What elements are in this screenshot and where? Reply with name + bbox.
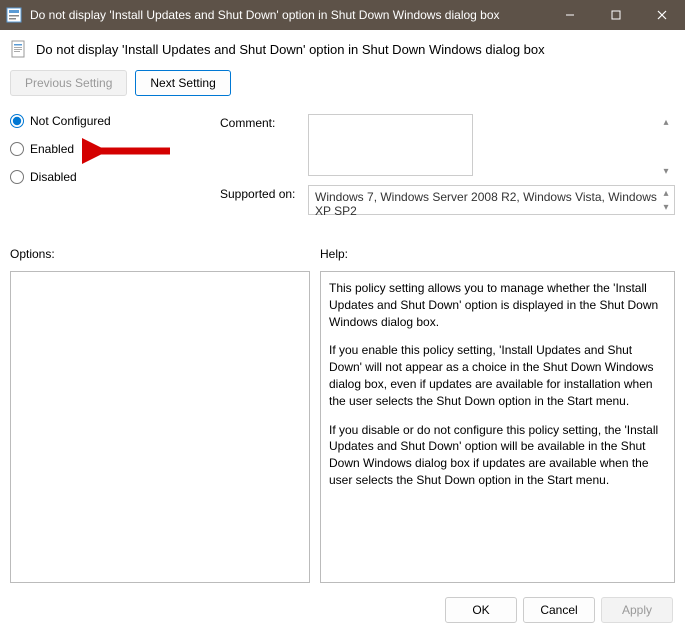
options-label: Options: (10, 247, 310, 261)
comment-input[interactable] (308, 114, 473, 176)
options-panel (10, 271, 310, 583)
dialog-footer: OK Cancel Apply (445, 597, 673, 623)
radio-not-configured-label: Not Configured (30, 114, 111, 128)
scroll-up-icon: ▴ (660, 116, 672, 128)
scroll-down-icon: ▾ (660, 165, 672, 177)
radio-enabled-label: Enabled (30, 142, 74, 156)
policy-icon (10, 40, 28, 58)
help-paragraph: This policy setting allows you to manage… (329, 280, 666, 330)
radio-enabled-input[interactable] (10, 142, 24, 156)
radio-disabled-input[interactable] (10, 170, 24, 184)
minimize-button[interactable] (547, 0, 593, 30)
scroll-down-icon: ▾ (660, 201, 672, 213)
comment-label: Comment: (220, 114, 308, 130)
apply-button: Apply (601, 597, 673, 623)
scroll-up-icon: ▴ (660, 187, 672, 199)
previous-setting-button: Previous Setting (10, 70, 127, 96)
radio-enabled[interactable]: Enabled (10, 142, 200, 156)
next-setting-button[interactable]: Next Setting (135, 70, 230, 96)
radio-disabled-label: Disabled (30, 170, 77, 184)
supported-on-label: Supported on: (220, 185, 308, 201)
maximize-button[interactable] (593, 0, 639, 30)
radio-not-configured-input[interactable] (10, 114, 24, 128)
ok-button[interactable]: OK (445, 597, 517, 623)
help-panel[interactable]: This policy setting allows you to manage… (320, 271, 675, 583)
annotation-arrow-icon (82, 138, 172, 164)
supported-on-value: Windows 7, Windows Server 2008 R2, Windo… (308, 185, 675, 215)
help-paragraph: If you enable this policy setting, 'Inst… (329, 342, 666, 409)
window-title: Do not display 'Install Updates and Shut… (30, 8, 547, 22)
titlebar[interactable]: Do not display 'Install Updates and Shut… (0, 0, 685, 30)
close-button[interactable] (639, 0, 685, 30)
help-paragraph: If you disable or do not configure this … (329, 422, 666, 489)
cancel-button[interactable]: Cancel (523, 597, 595, 623)
page-title: Do not display 'Install Updates and Shut… (36, 42, 545, 57)
help-label: Help: (320, 247, 675, 261)
radio-disabled[interactable]: Disabled (10, 170, 200, 184)
radio-not-configured[interactable]: Not Configured (10, 114, 200, 128)
app-icon (6, 7, 22, 23)
